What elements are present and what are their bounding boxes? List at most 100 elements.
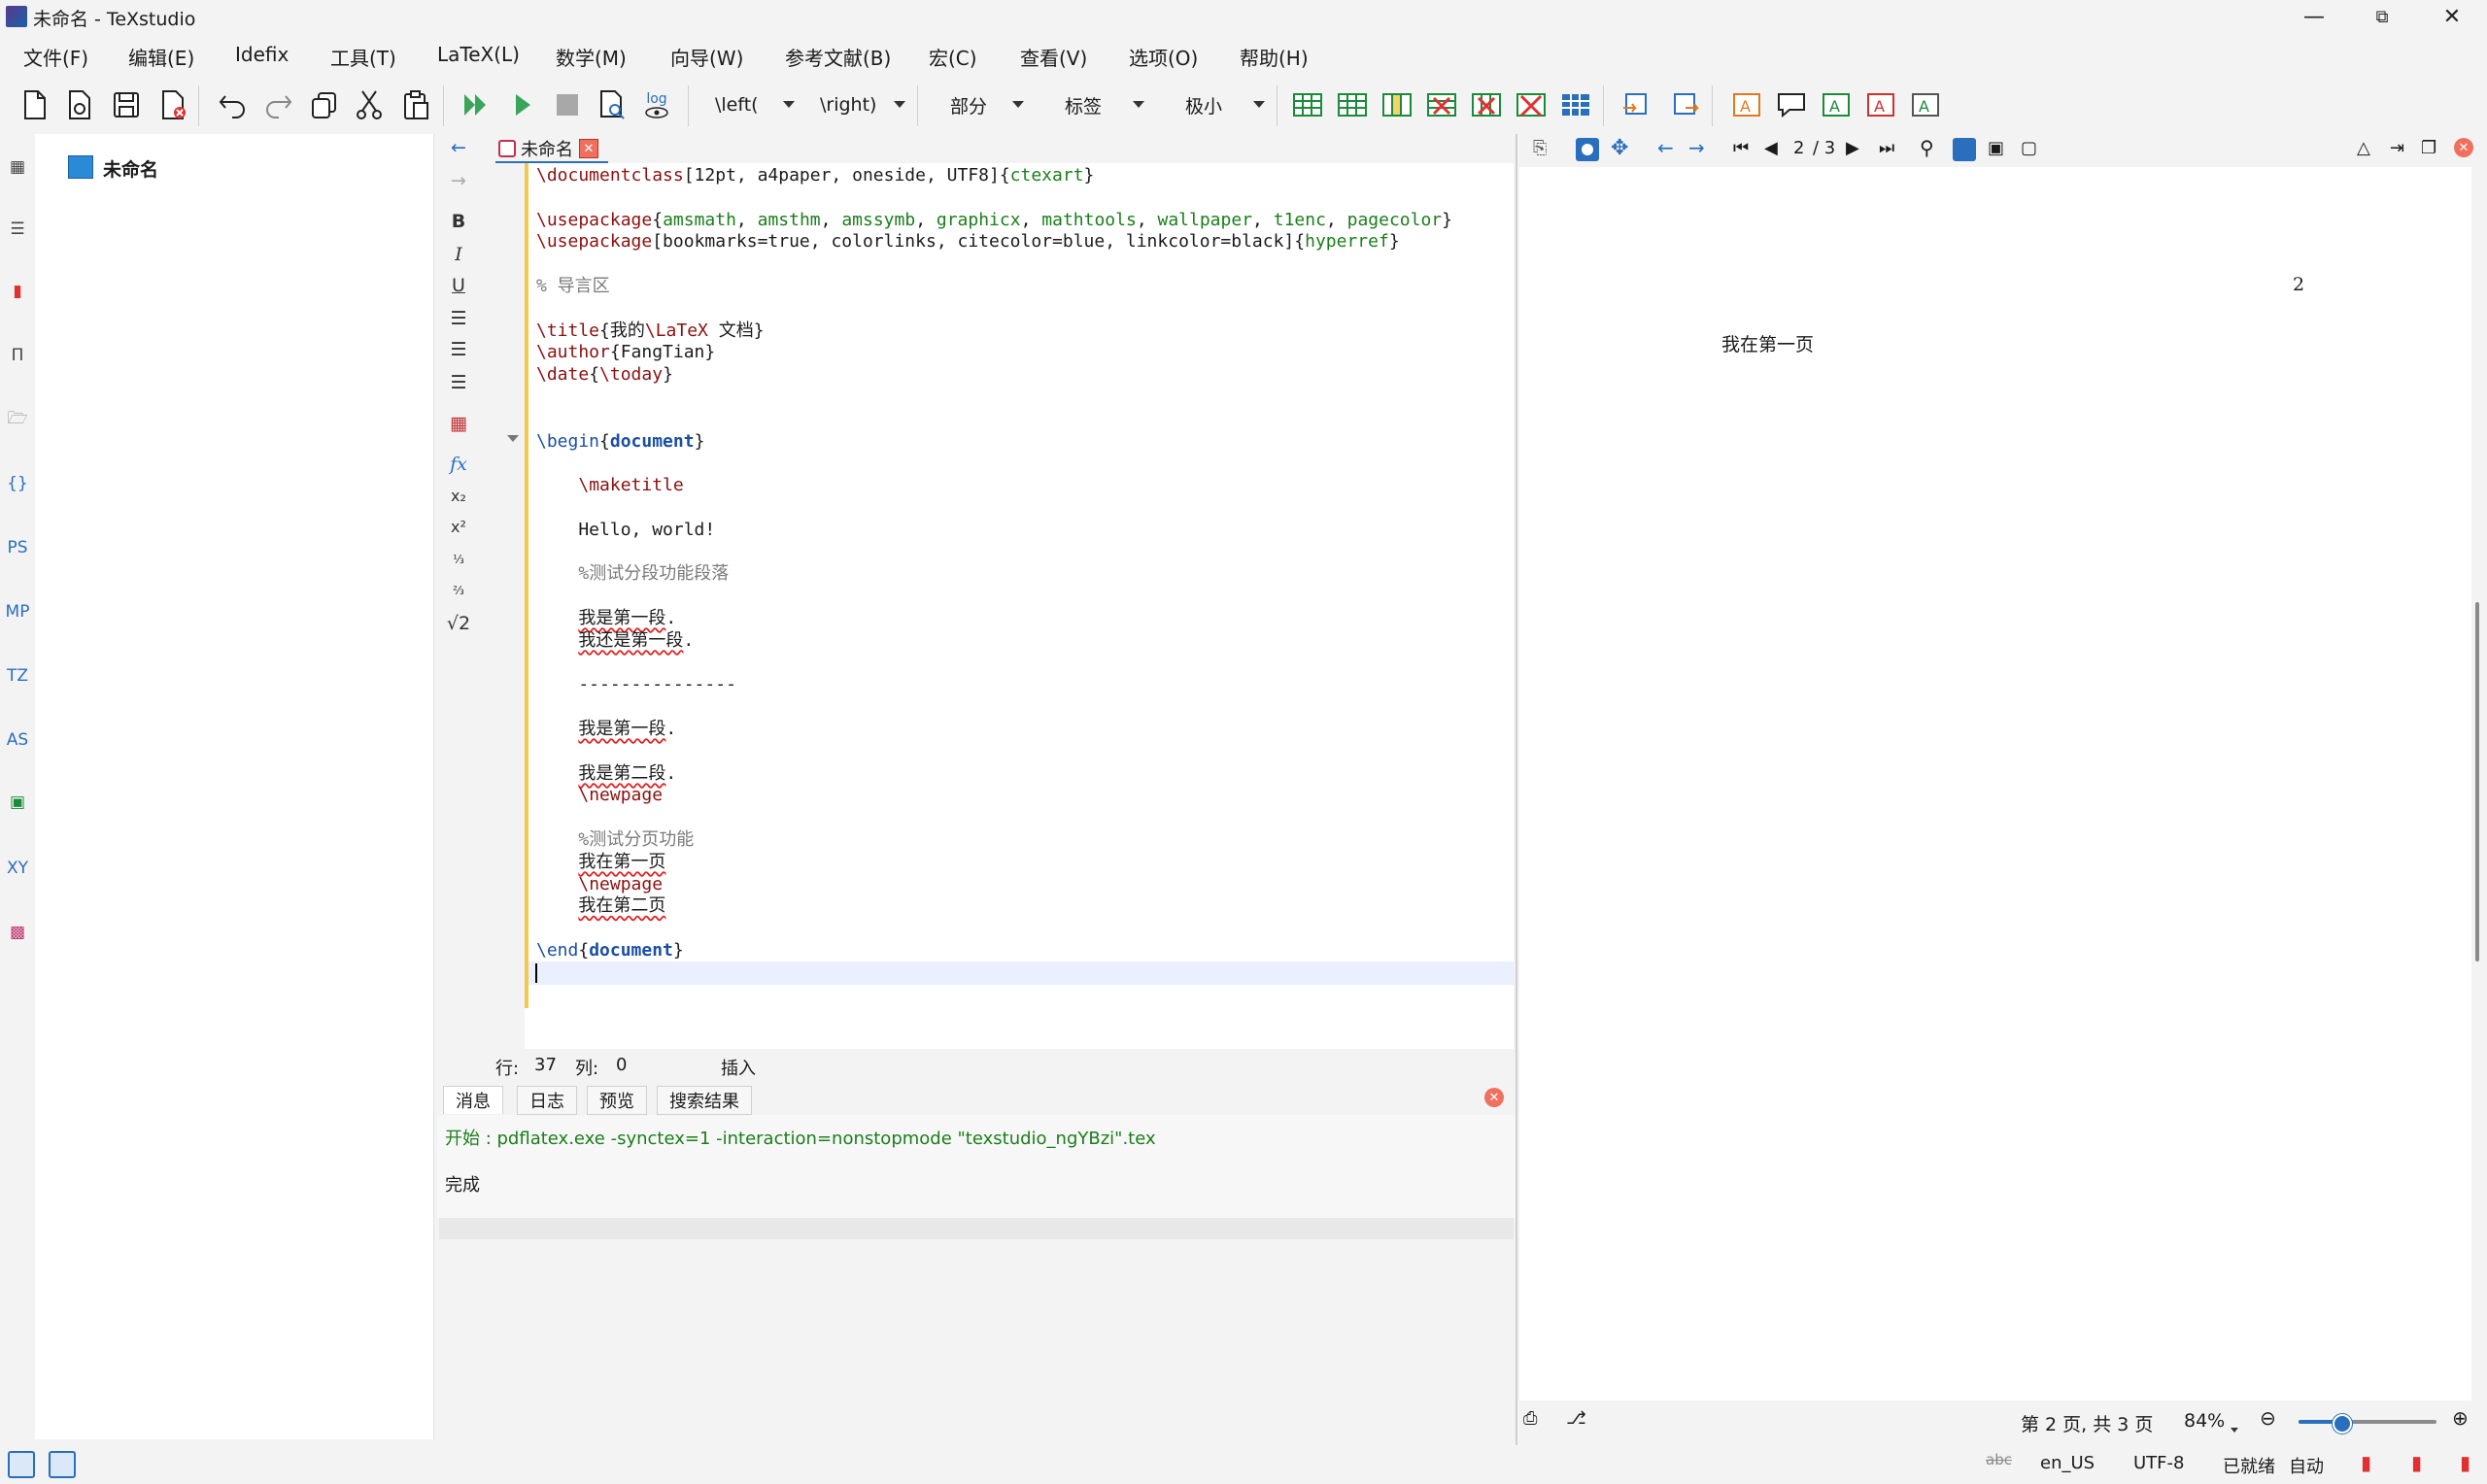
underline-icon[interactable]: U (441, 272, 476, 299)
text-box-gray-icon[interactable]: A (1908, 87, 1943, 122)
comment-icon[interactable] (1774, 87, 1809, 122)
tab-search-results[interactable]: 搜索结果 (657, 1086, 752, 1115)
menu-view[interactable]: 查看(V) (1020, 43, 1087, 71)
close-panel-icon[interactable]: ✕ (1484, 1088, 1504, 1107)
tab-log[interactable]: 日志 (517, 1086, 577, 1115)
menu-help[interactable]: 帮助(H) (1240, 43, 1309, 71)
image-tab-icon[interactable]: ▣ (2, 787, 33, 818)
table-add-column-icon[interactable] (1380, 87, 1414, 122)
macro-tab-icon[interactable]: ▩ (2, 917, 33, 948)
bookmark-icon[interactable]: ▮ (2, 276, 33, 307)
zoom-out-icon[interactable]: ⊖ (2260, 1406, 2276, 1430)
menu-file[interactable]: 文件(F) (23, 43, 88, 71)
magnifier-mode-icon[interactable] (1576, 138, 1599, 161)
pdf-back-icon[interactable]: ← (1657, 136, 1674, 159)
zoom-value[interactable]: 84% (2184, 1410, 2225, 1432)
table-add-row-icon[interactable] (1335, 87, 1370, 122)
menu-macros[interactable]: 宏(C) (929, 43, 977, 71)
pdf-pointer-icon[interactable]: ⎇ (1566, 1408, 1586, 1429)
insert-image-icon[interactable] (1618, 87, 1653, 122)
tab-messages[interactable]: 消息 (443, 1086, 503, 1114)
menu-bibliography[interactable]: 参考文献(B) (785, 43, 891, 71)
toggle-structure-icon[interactable] (8, 1451, 35, 1478)
view-log-icon[interactable]: log (639, 87, 674, 122)
scroll-up-icon[interactable]: △ (2357, 138, 2370, 158)
forward-arrow-icon[interactable]: → (441, 167, 476, 194)
sqrt-icon[interactable]: √2 (441, 610, 476, 637)
menu-latex[interactable]: LaTeX(L) (437, 43, 520, 66)
save-icon[interactable] (109, 87, 144, 122)
side-tab-xy[interactable]: XY (2, 853, 33, 884)
bookmark-icon[interactable]: ▮ (2411, 1451, 2422, 1474)
menu-idefix[interactable]: Idefix (235, 43, 289, 66)
table-remove-column-icon[interactable] (1469, 87, 1504, 122)
bookmark-icon[interactable]: ▮ (2361, 1451, 2371, 1474)
sync-icon[interactable]: ⎘ (1533, 138, 1547, 158)
auto-mode[interactable]: 自动 (2289, 1453, 2324, 1478)
redo-icon[interactable] (260, 87, 295, 122)
back-arrow-icon[interactable]: ← (441, 134, 476, 161)
tab-preview[interactable]: 预览 (587, 1086, 647, 1115)
subscript-icon[interactable]: x₂ (441, 482, 476, 509)
language-selector[interactable]: en_US (2040, 1453, 2095, 1473)
pdf-scrollbar[interactable] (2475, 602, 2479, 961)
close-file-icon[interactable] (155, 87, 190, 122)
side-tab-tz[interactable]: TZ (2, 660, 33, 691)
right-delimiter-combo[interactable]: \right) (806, 89, 909, 120)
new-from-template-icon[interactable] (62, 87, 97, 122)
next-page-icon[interactable]: ▶ (1846, 138, 1859, 158)
compile-icon[interactable] (505, 87, 540, 122)
italic-icon[interactable]: I (441, 241, 476, 268)
insert-figure-icon[interactable] (1667, 87, 1702, 122)
menu-edit[interactable]: 编辑(E) (128, 43, 194, 71)
braces-icon[interactable]: {} (2, 468, 33, 499)
toggle-messages-icon[interactable] (49, 1451, 76, 1478)
cut-icon[interactable] (352, 87, 387, 122)
pane-divider[interactable] (1516, 134, 1517, 1445)
text-box-red-icon[interactable]: A (1863, 87, 1898, 122)
zoom-in-icon[interactable]: ⊕ (2452, 1406, 2469, 1430)
table-remove-row-icon[interactable] (1424, 87, 1459, 122)
table-align-icon[interactable] (1558, 87, 1593, 122)
build-and-view-icon[interactable] (459, 87, 494, 122)
new-line-icon[interactable]: ▦ (441, 410, 476, 437)
text-box-orange-icon[interactable]: A (1729, 87, 1764, 122)
references-combo[interactable]: 标签 (1051, 89, 1148, 120)
sectioning-combo[interactable]: 部分 (931, 89, 1028, 120)
window-icon[interactable]: ❐ (2421, 138, 2436, 158)
dfrac-icon[interactable]: ⅔ (441, 577, 476, 604)
single-page-icon[interactable] (1953, 138, 1976, 161)
new-file-icon[interactable] (17, 87, 52, 122)
page-number-input[interactable]: 2 (1793, 138, 1804, 158)
zoom-slider-thumb[interactable] (2333, 1414, 2352, 1433)
table-cut-column-icon[interactable] (1514, 87, 1549, 122)
fit-width-icon[interactable]: ▣ (1988, 138, 2004, 158)
pdf-page[interactable] (1519, 167, 2471, 1400)
close-button[interactable]: ✕ (2423, 0, 2481, 33)
toc-list-icon[interactable]: ☰ (2, 214, 33, 245)
pdf-sync-icon[interactable]: ⎙ (1523, 1408, 1537, 1429)
pdf-forward-icon[interactable]: → (1688, 136, 1705, 159)
fraction-icon[interactable]: ⅓ (441, 546, 476, 573)
superscript-icon[interactable]: x² (441, 513, 476, 540)
side-tab-ps[interactable]: PS (2, 532, 33, 563)
math-mode-icon[interactable]: fx (441, 451, 476, 478)
align-center-icon[interactable]: ☰ (441, 336, 476, 363)
encoding-selector[interactable]: UTF-8 (2133, 1453, 2184, 1473)
symbols-icon[interactable]: Π (2, 340, 33, 371)
pan-mode-icon[interactable]: ✥ (1611, 136, 1628, 160)
close-tab-icon[interactable]: ✕ (579, 139, 598, 158)
structure-tree-icon[interactable]: ▦ (2, 152, 33, 183)
spellcheck-icon[interactable]: abc (1986, 1451, 2012, 1468)
side-tab-mp[interactable]: MP (2, 596, 33, 627)
search-icon[interactable]: ⚲ (1920, 136, 1934, 159)
table-icon[interactable] (1290, 87, 1325, 122)
view-pdf-icon[interactable] (595, 87, 630, 122)
insert-mode[interactable]: 插入 (721, 1055, 756, 1080)
fold-arrow-icon[interactable] (507, 435, 519, 442)
side-tab-as[interactable]: AS (2, 725, 33, 756)
minimize-button[interactable]: — (2285, 0, 2343, 33)
fullscreen-icon[interactable]: ▢ (2021, 138, 2037, 158)
text-box-green-icon[interactable]: A (1819, 87, 1854, 122)
menu-options[interactable]: 选项(O) (1129, 43, 1198, 71)
